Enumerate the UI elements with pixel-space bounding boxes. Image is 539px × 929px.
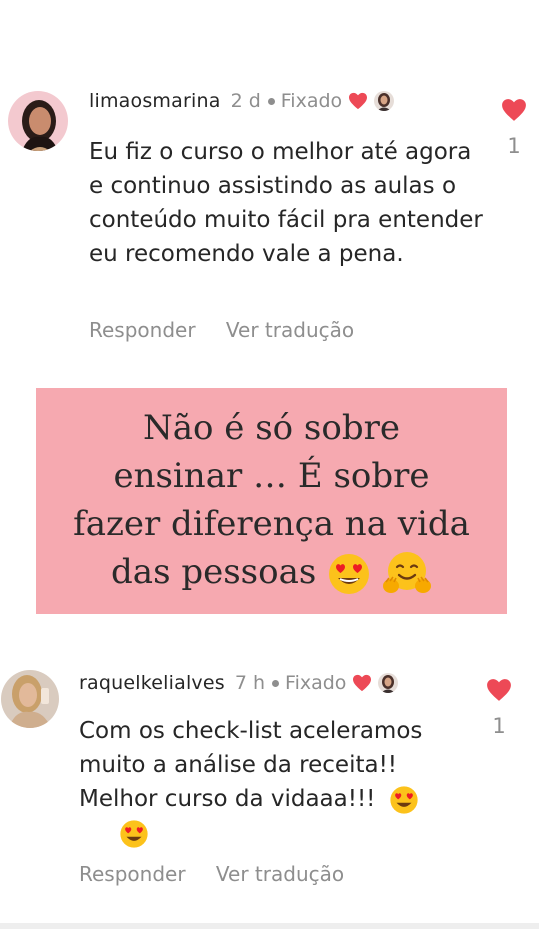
bottom-divider xyxy=(0,923,539,929)
banner-line-1: Não é só sobre xyxy=(142,408,400,448)
heart-eyes-emoji xyxy=(119,819,149,849)
comment-text-content: Com os check-list aceleramos muito a aná… xyxy=(79,718,423,812)
like-heart-icon[interactable] xyxy=(501,98,527,126)
separator-dot xyxy=(267,97,275,105)
avatar[interactable] xyxy=(1,670,59,728)
username[interactable]: raquelkelialves xyxy=(79,672,225,694)
quote-banner: Não é só sobre ensinar … É sobre fazer d… xyxy=(36,388,507,614)
pinned-label: Fixado xyxy=(280,90,343,112)
comment-text: Eu fiz o curso o melhor até agora e cont… xyxy=(89,139,483,267)
comment-text: Com os check-list aceleramos muito a aná… xyxy=(79,714,479,850)
comment-time: 2 d xyxy=(230,90,261,112)
like-count: 1 xyxy=(507,134,521,158)
creator-liked-heart-icon xyxy=(348,92,368,110)
banner-line-4-text: das pessoas xyxy=(111,552,317,592)
creator-liked-heart-icon xyxy=(352,674,372,692)
like-count: 1 xyxy=(492,714,506,738)
creator-avatar xyxy=(374,91,395,111)
reply-button[interactable]: Responder xyxy=(89,318,196,342)
avatar[interactable] xyxy=(8,91,68,151)
username[interactable]: limaosmarina xyxy=(89,90,221,112)
reply-button[interactable]: Responder xyxy=(79,862,186,886)
hugging-face-emoji xyxy=(382,550,432,598)
banner-text: Não é só sobre ensinar … É sobre fazer d… xyxy=(63,404,480,598)
comment-time: 7 h xyxy=(234,672,266,694)
banner-line-4: das pessoas xyxy=(73,548,470,598)
like-heart-icon[interactable] xyxy=(486,678,512,706)
creator-avatar xyxy=(378,673,399,693)
separator-dot xyxy=(272,679,280,687)
banner-line-2: ensinar … É sobre xyxy=(113,456,430,496)
heart-eyes-emoji xyxy=(389,785,419,815)
heart-eyes-emoji xyxy=(327,552,371,596)
translate-button[interactable]: Ver tradução xyxy=(216,862,344,886)
pinned-label: Fixado xyxy=(285,672,347,694)
banner-line-3: fazer diferença na vida xyxy=(73,504,470,544)
translate-button[interactable]: Ver tradução xyxy=(226,318,354,342)
